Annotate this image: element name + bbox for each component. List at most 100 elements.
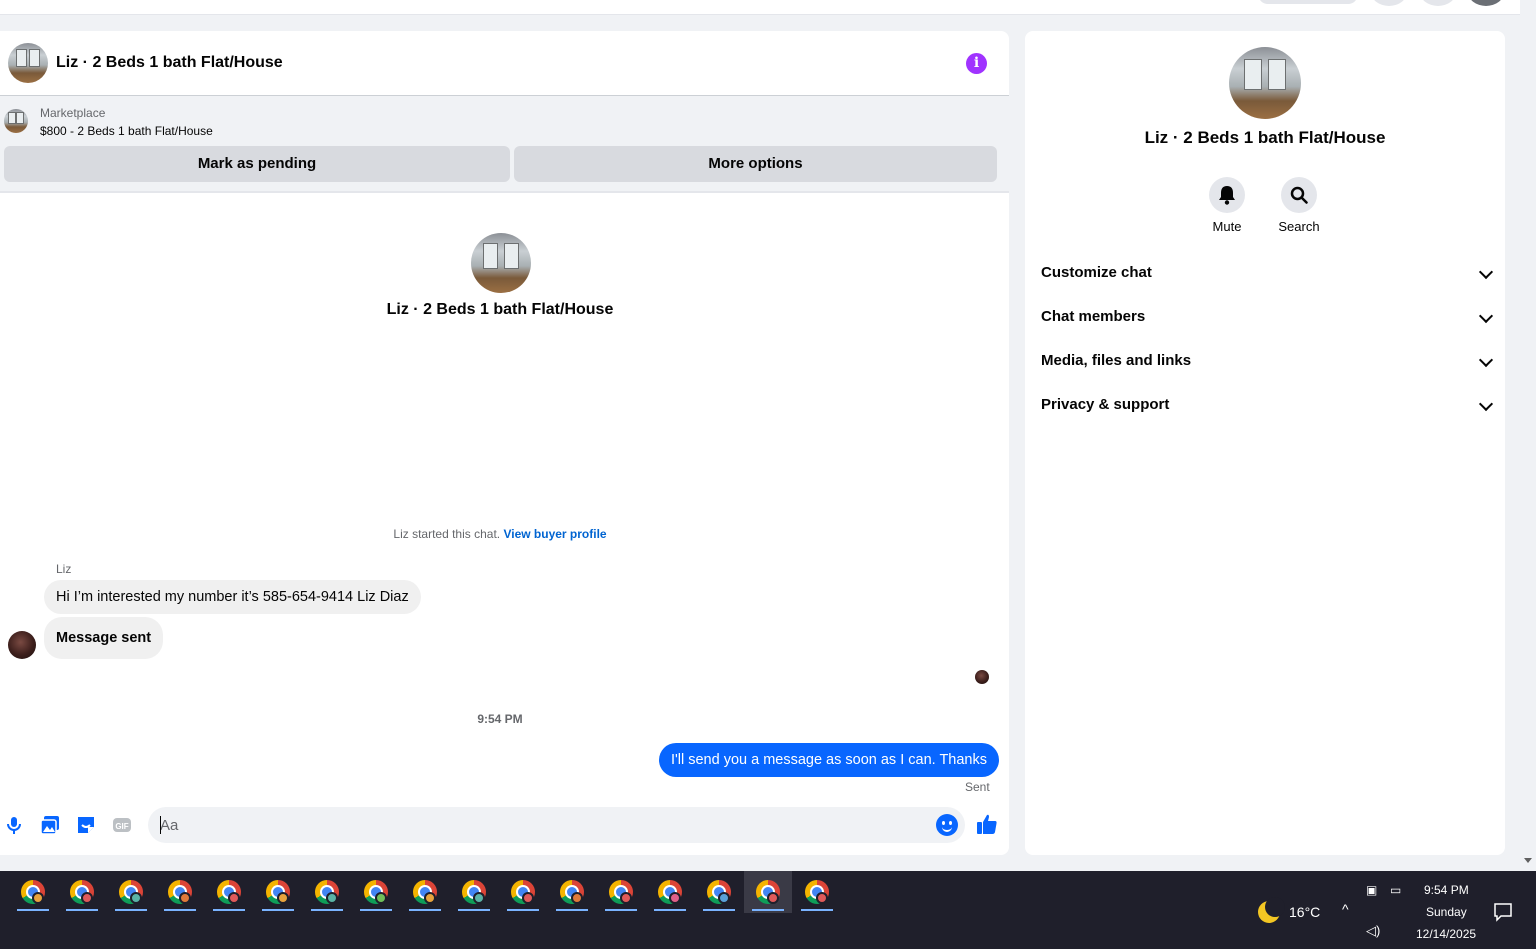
running-indicator [17, 909, 49, 911]
taskbar-chrome-window[interactable] [499, 871, 547, 913]
view-buyer-profile-link[interactable]: View buyer profile [503, 527, 606, 541]
scroll-down-arrow-icon[interactable] [1524, 858, 1532, 863]
temperature[interactable]: 16°C [1289, 904, 1320, 920]
message-input[interactable] [160, 807, 920, 843]
outgoing-message[interactable]: I'll send you a message as soon as I can… [658, 743, 999, 777]
customize-chat-section[interactable]: Customize chat [1041, 263, 1494, 307]
taskbar-chrome-window[interactable] [646, 871, 694, 913]
weather-moon-icon[interactable] [1258, 897, 1285, 923]
listing-thumbnail[interactable] [4, 109, 28, 133]
profile-avatar[interactable] [1468, 0, 1504, 6]
text-caret [160, 816, 161, 834]
started-text: Liz started this chat. [393, 527, 501, 541]
intro-title: Liz · 2 Beds 1 bath Flat/House [386, 301, 614, 318]
taskbar-chrome-window[interactable] [548, 871, 596, 913]
chat-members-section[interactable]: Chat members [1041, 307, 1494, 351]
clock-day[interactable]: Sunday [1426, 905, 1467, 919]
profile-badge-icon [179, 892, 191, 904]
taskbar-chrome-window[interactable] [597, 871, 645, 913]
message-composer[interactable] [148, 807, 965, 843]
network-icon[interactable]: ▭ [1390, 883, 1401, 897]
taskbar-chrome-window[interactable] [205, 871, 253, 913]
incoming-message[interactable]: Message sent [44, 617, 164, 659]
chat-started-notice: Liz started this chat. View buyer profil… [0, 527, 1000, 541]
taskbar-chrome-window[interactable] [793, 871, 841, 913]
taskbar-chrome-window[interactable] [744, 871, 792, 913]
menu-icon[interactable] [1371, 0, 1407, 6]
media-files-links-section[interactable]: Media, files and links [1041, 351, 1494, 395]
taskbar-chrome-window[interactable] [254, 871, 302, 913]
running-indicator [311, 909, 343, 911]
sticker-icon[interactable] [76, 815, 96, 835]
search-button[interactable]: Search [1269, 177, 1329, 234]
mute-button[interactable]: Mute [1197, 177, 1257, 234]
taskbar-chrome-window[interactable] [303, 871, 351, 913]
windows-taskbar: 16°C ^ ▣ ▭ ◁) 9:54 PM Sunday 12/14/2025 [0, 871, 1536, 949]
chevron-down-icon [1478, 308, 1494, 324]
section-label: Customize chat [1041, 264, 1152, 281]
notifications-icon[interactable] [1420, 0, 1456, 6]
sent-status: Sent [965, 780, 990, 794]
gif-icon[interactable]: GIF [112, 815, 132, 835]
running-indicator [66, 909, 98, 911]
sender-avatar[interactable] [8, 631, 36, 659]
running-indicator [360, 909, 392, 911]
chat-header: Liz · 2 Beds 1 bath Flat/House i [0, 31, 1009, 96]
section-label: Media, files and links [1041, 352, 1192, 369]
taskbar-chrome-window[interactable] [401, 871, 449, 913]
search-label: Search [1278, 219, 1320, 234]
taskbar-chrome-window[interactable] [156, 871, 204, 913]
sender-name: Liz [56, 562, 72, 576]
chat-title[interactable]: Liz · 2 Beds 1 bath Flat/House [56, 54, 283, 72]
profile-badge-icon [473, 892, 485, 904]
taskbar-chrome-window[interactable] [58, 871, 106, 913]
privacy-support-section[interactable]: Privacy & support [1041, 395, 1494, 439]
chevron-down-icon [1478, 396, 1494, 412]
page-scrollbar[interactable] [1520, 0, 1536, 871]
profile-badge-icon [326, 892, 338, 904]
volume-icon[interactable]: ◁) [1366, 923, 1380, 939]
section-label: Privacy & support [1041, 396, 1170, 413]
taskbar-chrome-window[interactable] [695, 871, 743, 913]
running-indicator [752, 909, 784, 911]
clock-date[interactable]: 12/14/2025 [1416, 927, 1476, 941]
more-options-button[interactable]: More options [514, 146, 997, 182]
incoming-message[interactable]: Hi I’m interested my number it’s 585-654… [44, 580, 421, 614]
marketplace-banner: Marketplace $800 - 2 Beds 1 bath Flat/Ho… [0, 96, 1009, 193]
taskbar-chrome-window[interactable] [9, 871, 57, 913]
profile-badge-icon [277, 892, 289, 904]
microphone-icon[interactable] [4, 815, 24, 835]
chevron-up-icon[interactable]: ^ [1342, 901, 1349, 917]
running-indicator [409, 909, 441, 911]
mark-as-pending-button[interactable]: Mark as pending [4, 146, 510, 182]
profile-badge-icon [620, 892, 632, 904]
photo-icon[interactable] [40, 815, 60, 835]
clock-time[interactable]: 9:54 PM [1424, 883, 1469, 897]
emoji-icon[interactable] [936, 814, 958, 836]
info-listing-photo[interactable] [1229, 47, 1301, 119]
top-nav-button[interactable] [1258, 0, 1358, 4]
running-indicator [213, 909, 245, 911]
listing-avatar[interactable] [8, 43, 48, 83]
running-indicator [164, 909, 196, 911]
search-icon [1290, 186, 1308, 204]
running-indicator [115, 909, 147, 911]
profile-badge-icon [718, 892, 730, 904]
mute-label: Mute [1212, 219, 1242, 234]
top-navigation-bar [0, 0, 1520, 15]
taskbar-chrome-window[interactable] [352, 871, 400, 913]
profile-badge-icon [32, 892, 44, 904]
running-indicator [703, 909, 735, 911]
info-title: Liz · 2 Beds 1 bath Flat/House [1144, 128, 1386, 147]
bell-icon [1219, 186, 1235, 205]
meet-now-icon[interactable]: ▣ [1366, 883, 1377, 897]
info-icon[interactable]: i [966, 53, 987, 74]
profile-badge-icon [424, 892, 436, 904]
profile-badge-icon [816, 892, 828, 904]
listing-summary[interactable]: $800 - 2 Beds 1 bath Flat/House [40, 124, 213, 138]
notification-center-icon[interactable] [1493, 902, 1513, 922]
thumbs-up-icon[interactable] [976, 813, 998, 835]
taskbar-chrome-window[interactable] [450, 871, 498, 913]
profile-badge-icon [669, 892, 681, 904]
taskbar-chrome-window[interactable] [107, 871, 155, 913]
